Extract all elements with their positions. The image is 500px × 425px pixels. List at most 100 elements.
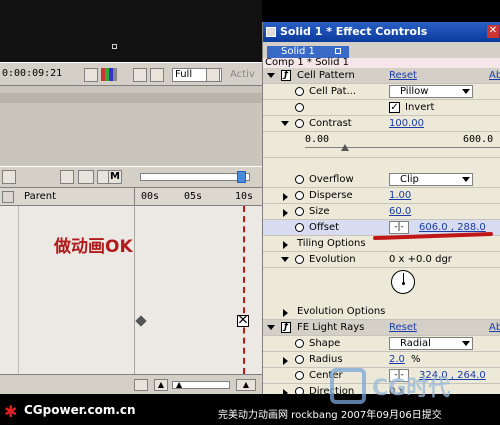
close-icon[interactable]: ✕ — [487, 25, 499, 38]
comp-viewer[interactable] — [0, 0, 262, 62]
angle-dial[interactable] — [391, 270, 415, 294]
stopwatch-icon[interactable] — [295, 119, 304, 128]
property-shape: Shape Radial — [263, 336, 500, 352]
keyframe-selected[interactable]: ⨉ — [237, 315, 249, 327]
current-time-line[interactable] — [243, 206, 245, 374]
nav-left-icon[interactable] — [134, 379, 148, 391]
timeline-layer-area[interactable]: 做动画OK ⨉ — [0, 206, 262, 374]
roi-icon[interactable] — [206, 68, 220, 82]
frame-blend-icon[interactable] — [78, 170, 94, 184]
column-divider — [134, 206, 135, 374]
contrast-slider-track[interactable] — [305, 147, 500, 148]
slider-max-label: 600.0 — [463, 134, 494, 145]
disperse-value[interactable]: 1.00 — [389, 188, 411, 203]
about-link[interactable]: Ab — [489, 320, 500, 335]
zoom-slider-thumb[interactable]: ▲ — [176, 380, 182, 389]
shape-dropdown[interactable]: Radial — [389, 337, 473, 350]
stopwatch-icon[interactable] — [295, 103, 304, 112]
stopwatch-icon[interactable] — [295, 87, 304, 96]
stopwatch-icon[interactable] — [295, 339, 304, 348]
evolution-value[interactable]: 0 x +0.0 dgr — [389, 252, 452, 267]
zoom-out-icon[interactable]: ▲ — [154, 379, 168, 391]
reset-link[interactable]: Reset — [389, 68, 417, 83]
stopwatch-icon[interactable] — [295, 223, 304, 232]
overlay-annotation: 做动画OK — [54, 237, 133, 257]
layer-switch-icon[interactable] — [2, 191, 14, 203]
cell-pattern-dropdown[interactable]: Pillow — [389, 85, 473, 98]
anchor-marker — [112, 44, 117, 49]
chevron-down-icon — [462, 341, 470, 346]
expand-triangle-icon[interactable] — [283, 209, 288, 217]
chevron-down-icon — [462, 89, 470, 94]
collapse-triangle-icon[interactable] — [267, 73, 275, 78]
column-divider — [18, 206, 19, 374]
stopwatch-icon[interactable] — [295, 387, 304, 394]
reset-link[interactable]: Reset — [389, 320, 417, 335]
stopwatch-icon[interactable] — [295, 191, 304, 200]
timeline-tab-strip — [0, 93, 262, 103]
effect-controls-titlebar[interactable]: Solid 1 * Effect Controls ✕ — [263, 22, 500, 42]
radius-value[interactable]: 2.0 — [389, 352, 405, 367]
property-disperse: Disperse 1.00 — [263, 188, 500, 204]
contrast-value[interactable]: 100.00 — [389, 116, 424, 131]
crosshair-icon[interactable]: -|- — [389, 221, 409, 234]
property-label: Invert — [405, 102, 435, 113]
collapse-triangle-icon[interactable] — [267, 325, 275, 330]
property-tiling-options: Tiling Options — [263, 236, 500, 252]
effect-header-cell-pattern[interactable]: ƒ Cell Pattern Reset Ab — [263, 68, 500, 84]
stopwatch-icon[interactable] — [295, 255, 304, 264]
time-indicator-head[interactable] — [237, 171, 246, 183]
expand-triangle-icon[interactable] — [283, 357, 288, 365]
fx-toggle-icon[interactable]: ƒ — [281, 322, 291, 333]
fx-toggle-icon[interactable]: ƒ — [281, 70, 291, 81]
grid-icon[interactable] — [150, 68, 164, 82]
motion-blur-icon[interactable] — [60, 170, 74, 184]
expand-triangle-icon[interactable] — [281, 121, 289, 126]
snapshot-icon[interactable] — [84, 68, 98, 82]
viewer-toolbar: 0:00:09:21 Full Activ — [0, 62, 262, 86]
effect-header-light-rays[interactable]: ƒ FE Light Rays Reset Ab — [263, 320, 500, 336]
radius-unit: % — [411, 354, 421, 365]
timeline-ruler: Parent 00s 05s 10s — [0, 188, 262, 206]
stopwatch-icon[interactable] — [295, 355, 304, 364]
expand-triangle-icon[interactable] — [283, 193, 288, 201]
about-link[interactable]: Ab — [489, 68, 500, 83]
property-label: Offset — [309, 222, 340, 233]
expand-triangle-icon[interactable] — [283, 241, 288, 249]
active-camera-label[interactable]: Activ — [230, 69, 255, 80]
collapse-triangle-icon[interactable] — [281, 257, 289, 262]
size-value[interactable]: 60.0 — [389, 204, 411, 219]
effect-controls-panel: Solid 1 * Effect Controls ✕ Solid 1 Comp… — [262, 22, 500, 394]
cg-era-logo-icon — [330, 368, 366, 404]
keyframe-diamond[interactable] — [135, 315, 147, 327]
property-label: Contrast — [309, 118, 352, 129]
stopwatch-icon[interactable] — [295, 371, 304, 380]
stopwatch-icon[interactable] — [295, 207, 304, 216]
timecode-display[interactable]: 0:00:09:21 — [2, 68, 62, 79]
property-cell-pattern: Cell Pat... Pillow — [263, 84, 500, 100]
effect-name: FE Light Rays — [297, 322, 365, 333]
parent-column-header: Parent — [24, 191, 57, 202]
stopwatch-icon[interactable] — [295, 175, 304, 184]
zoom-in-icon[interactable]: ▲ — [236, 379, 256, 391]
lock-icon[interactable] — [2, 170, 16, 184]
region-icon[interactable] — [133, 68, 147, 82]
window-icon — [266, 27, 276, 37]
expand-triangle-icon[interactable] — [283, 309, 288, 317]
effect-name: Cell Pattern — [297, 70, 355, 81]
property-size: Size 60.0 — [263, 204, 500, 220]
window-title: Solid 1 * Effect Controls — [280, 25, 428, 38]
property-label: Evolution Options — [297, 306, 386, 317]
timeline-zoom-bar: ▲ ▲ ▲ — [0, 374, 262, 394]
contrast-slider-thumb[interactable] — [341, 144, 349, 151]
column-divider — [134, 188, 135, 206]
invert-checkbox[interactable]: ✓ — [389, 102, 400, 113]
ruler-label-00s: 00s — [141, 191, 160, 202]
property-evolution: Evolution 0 x +0.0 dgr — [263, 252, 500, 268]
alpha-channel-icon[interactable] — [113, 68, 117, 81]
overflow-dropdown[interactable]: Clip — [389, 173, 473, 186]
property-label: Tiling Options — [297, 238, 366, 249]
mask-icon[interactable]: M — [108, 170, 122, 184]
tab-close-icon[interactable] — [335, 48, 341, 54]
work-area-bar[interactable] — [140, 173, 250, 181]
